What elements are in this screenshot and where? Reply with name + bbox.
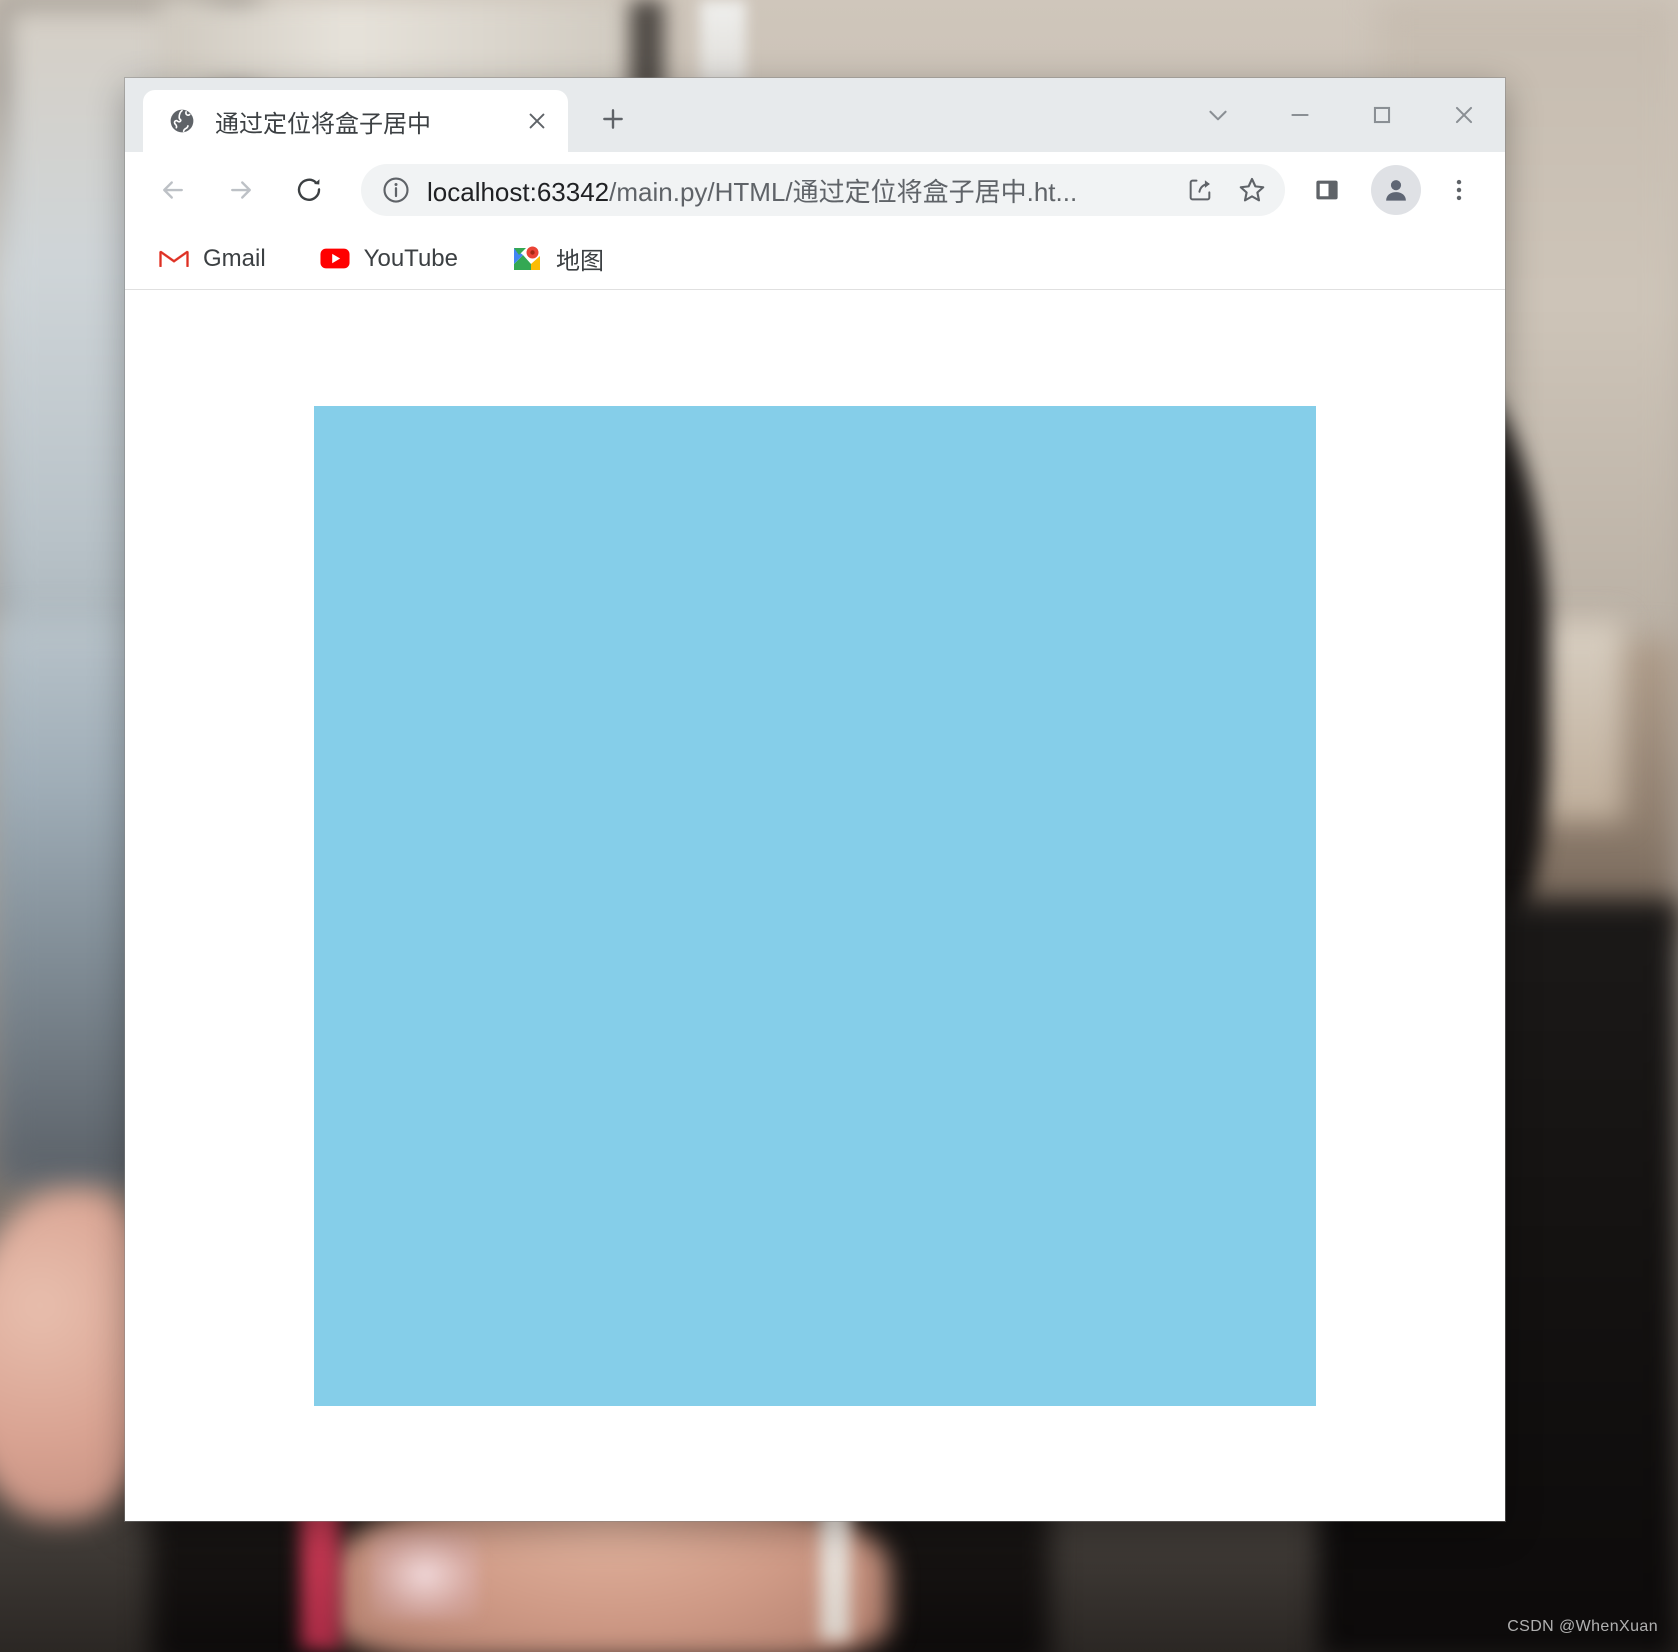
reload-button[interactable] xyxy=(283,164,335,216)
bookmark-item-maps[interactable]: 地图 xyxy=(508,237,608,281)
bookmarks-bar: Gmail YouTube 地图 xyxy=(125,228,1505,290)
avatar[interactable] xyxy=(1371,165,1421,215)
backdrop-fabric-print xyxy=(370,1530,480,1620)
star-icon[interactable] xyxy=(1229,167,1275,213)
tab-strip: 通过定位将盒子居中 xyxy=(125,78,1505,152)
address-bar[interactable]: localhost:63342/main.py/HTML/通过定位将盒子居中.h… xyxy=(361,164,1285,216)
bookmark-item-gmail[interactable]: Gmail xyxy=(155,237,270,281)
window-controls xyxy=(1177,78,1505,152)
three-dot-menu-icon[interactable] xyxy=(1433,164,1485,216)
side-panel-icon[interactable] xyxy=(1301,164,1353,216)
tab-active[interactable]: 通过定位将盒子居中 xyxy=(143,90,568,152)
maximize-icon[interactable] xyxy=(1341,78,1423,152)
window-close-icon[interactable] xyxy=(1423,78,1505,152)
browser-toolbar: localhost:63342/main.py/HTML/通过定位将盒子居中.h… xyxy=(125,152,1505,228)
google-maps-icon xyxy=(512,244,542,274)
tab-title: 通过定位将盒子居中 xyxy=(215,110,431,138)
gmail-icon xyxy=(159,244,189,274)
chevron-down-icon[interactable] xyxy=(1177,78,1259,152)
page-viewport xyxy=(125,290,1505,1521)
new-tab-button[interactable] xyxy=(590,96,636,142)
bookmark-label: 地图 xyxy=(555,248,604,275)
back-button[interactable] xyxy=(147,164,199,216)
backdrop-curtain xyxy=(160,0,630,90)
globe-icon xyxy=(169,108,195,134)
url-text[interactable]: localhost:63342/main.py/HTML/通过定位将盒子居中.h… xyxy=(427,172,1171,209)
watermark: CSDN @WhenXuan xyxy=(1507,1618,1658,1635)
youtube-icon xyxy=(320,244,350,274)
bookmark-item-youtube[interactable]: YouTube xyxy=(316,237,462,281)
url-path: /main.py/HTML/通过定位将盒子居中.ht... xyxy=(609,176,1078,207)
forward-button[interactable] xyxy=(215,164,267,216)
bookmark-label: Gmail xyxy=(203,244,266,272)
info-circle-icon[interactable] xyxy=(381,175,411,205)
url-host: localhost:63342 xyxy=(427,176,610,207)
minimize-icon[interactable] xyxy=(1259,78,1341,152)
centered-blue-box xyxy=(314,405,1316,1406)
share-icon[interactable] xyxy=(1177,167,1223,213)
bookmark-label: YouTube xyxy=(363,244,458,272)
browser-window: 通过定位将盒子居中 localhost:63342/main.py/HTML/通… xyxy=(125,78,1505,1521)
close-icon[interactable] xyxy=(520,104,554,138)
